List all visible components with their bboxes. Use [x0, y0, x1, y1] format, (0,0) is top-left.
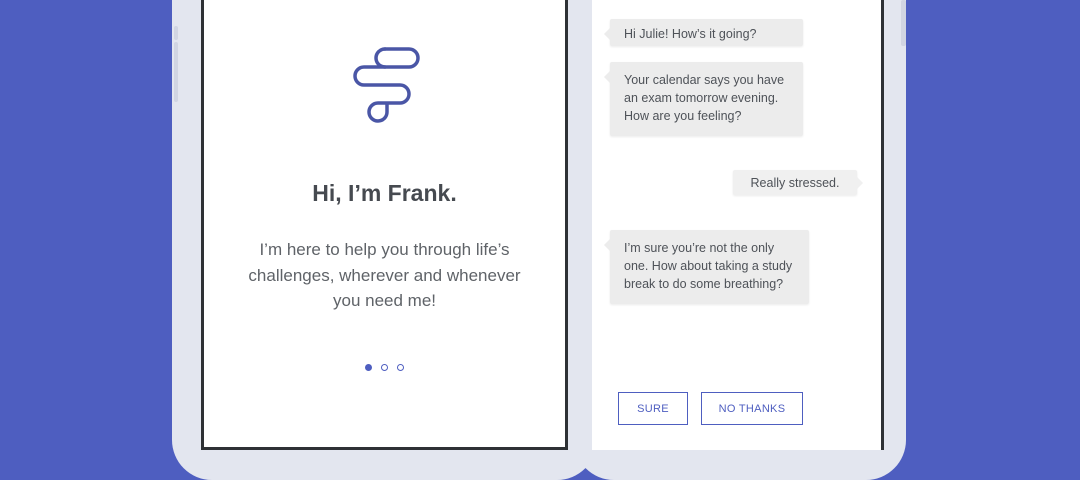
- quick-reply-no-thanks-button[interactable]: NO THANKS: [701, 392, 803, 425]
- frank-logo-icon: [353, 47, 420, 123]
- phone-side-button: [174, 42, 178, 102]
- chat-message-text: I’m sure you’re not the only one. How ab…: [624, 241, 793, 291]
- phone-side-button: [901, 0, 906, 46]
- chat-message-bot: Your calendar says you have an exam tomo…: [604, 62, 803, 136]
- page-dot[interactable]: [381, 364, 388, 371]
- chat-screen: Hi Julie! How’s it going? Your calendar …: [592, 0, 884, 450]
- chat-message-bot: I’m sure you’re not the only one. How ab…: [604, 230, 809, 304]
- page-dot-active[interactable]: [365, 364, 372, 371]
- page-indicator: [204, 364, 565, 371]
- intro-text: I’m here to help you through life’s chal…: [248, 240, 521, 310]
- chat-message-text: Really stressed.: [750, 176, 840, 190]
- page-dot[interactable]: [397, 364, 404, 371]
- chat-message-text: Hi Julie! How’s it going?: [624, 27, 757, 41]
- welcome-heading: Hi, I’m Frank.: [312, 180, 457, 206]
- chat-message-text: Your calendar says you have an exam tomo…: [624, 73, 785, 123]
- phone-side-button: [174, 26, 178, 40]
- chat-message-user: Really stressed.: [733, 170, 863, 195]
- quick-reply-sure-button[interactable]: SURE: [618, 392, 688, 425]
- chat-message-bot: Hi Julie! How’s it going?: [604, 19, 803, 46]
- onboarding-screen: Hi, I’m Frank. I’m here to help you thro…: [201, 0, 568, 450]
